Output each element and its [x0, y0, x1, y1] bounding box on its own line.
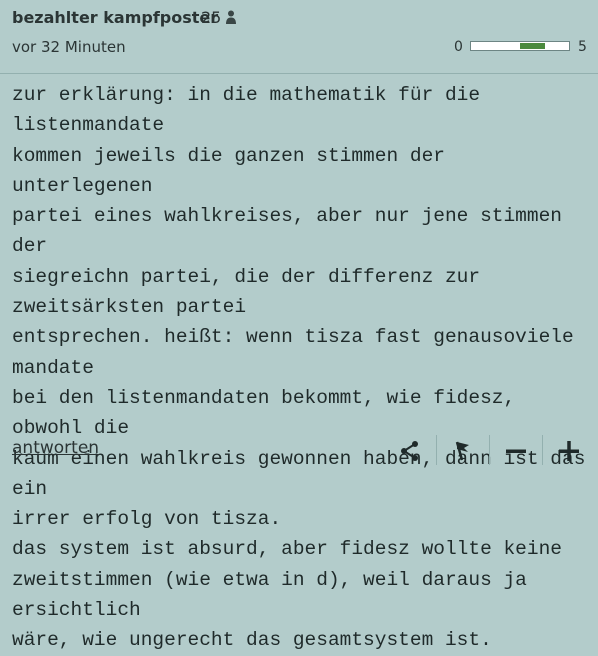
flag-button[interactable]	[443, 431, 483, 471]
follower-count: 25	[201, 8, 222, 27]
flag-icon	[455, 441, 469, 461]
rating-fill	[520, 43, 545, 49]
action-separator	[489, 435, 490, 465]
post-header: bezahlter kampfposter 25 vor 32 Minuten …	[0, 0, 598, 74]
upvote-button[interactable]	[549, 431, 589, 471]
post-footer: antworten	[0, 425, 598, 475]
downvote-button[interactable]	[496, 431, 536, 471]
username[interactable]: bezahlter kampfposter	[12, 8, 218, 27]
reply-link[interactable]: antworten	[12, 438, 99, 458]
post-body: zur erklärung: in die mathematik für die…	[12, 84, 585, 652]
share-button[interactable]	[390, 431, 430, 471]
plus-icon	[559, 441, 579, 461]
share-icon	[401, 441, 418, 461]
timestamp: vor 32 Minuten	[12, 38, 126, 56]
minus-icon	[506, 449, 526, 453]
action-separator	[436, 435, 437, 465]
rating-min-label: 0	[454, 39, 463, 55]
rating-max-label: 5	[578, 39, 587, 55]
person-icon	[226, 10, 236, 24]
action-separator	[542, 435, 543, 465]
rating-bar	[470, 41, 570, 51]
